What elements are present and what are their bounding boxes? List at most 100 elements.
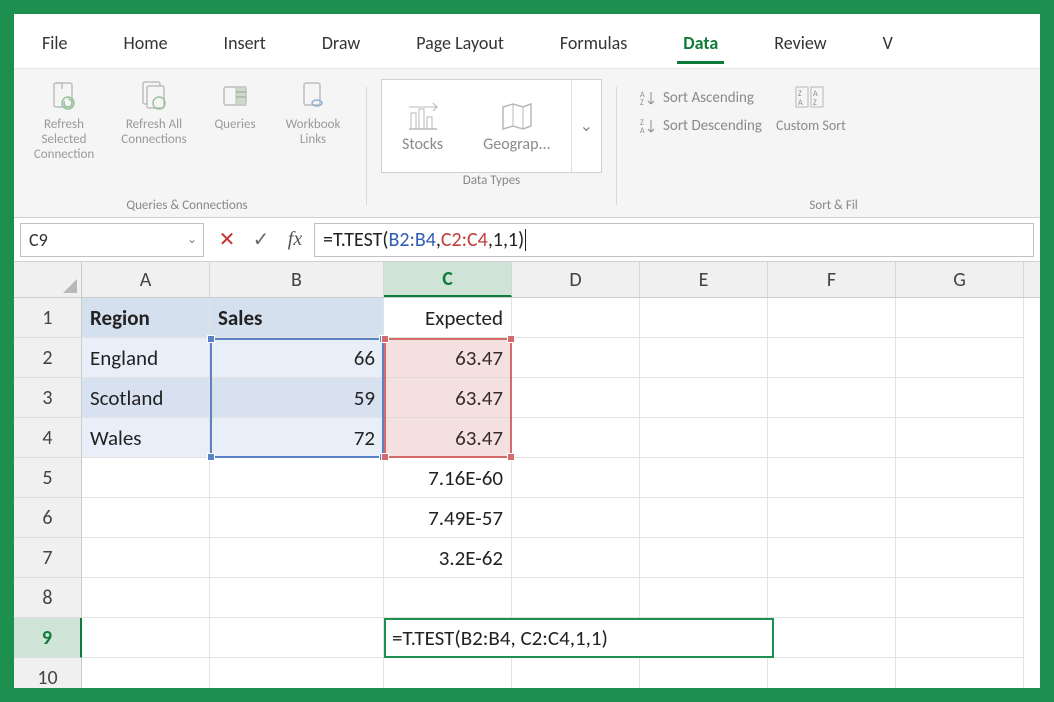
cell-A10[interactable] bbox=[82, 658, 210, 688]
cell-G1[interactable] bbox=[896, 298, 1024, 338]
datatype-stocks[interactable]: Stocks bbox=[382, 80, 463, 172]
cell-C4[interactable]: 63.47 bbox=[384, 418, 512, 458]
cell-B9[interactable] bbox=[210, 618, 384, 658]
cell-B5[interactable] bbox=[210, 458, 384, 498]
cell-D8[interactable] bbox=[512, 578, 640, 618]
tab-view-partial[interactable]: V bbox=[855, 24, 921, 62]
cell-D3[interactable] bbox=[512, 378, 640, 418]
row-header-5[interactable]: 5 bbox=[14, 458, 82, 498]
cell-E7[interactable] bbox=[640, 538, 768, 578]
cell-E6[interactable] bbox=[640, 498, 768, 538]
cell-C9[interactable] bbox=[384, 618, 512, 658]
cell-B1[interactable]: Sales bbox=[210, 298, 384, 338]
tab-home[interactable]: Home bbox=[96, 24, 196, 62]
cell-B7[interactable] bbox=[210, 538, 384, 578]
cell-B10[interactable] bbox=[210, 658, 384, 688]
refresh-selected-button[interactable]: Refresh Selected Connection bbox=[22, 75, 106, 198]
cell-D2[interactable] bbox=[512, 338, 640, 378]
cell-F3[interactable] bbox=[768, 378, 896, 418]
cell-C5[interactable]: 7.16E-60 bbox=[384, 458, 512, 498]
cell-G4[interactable] bbox=[896, 418, 1024, 458]
name-box[interactable]: C9 ⌄ bbox=[20, 223, 204, 257]
cell-C7[interactable]: 3.2E-62 bbox=[384, 538, 512, 578]
sort-ascending-button[interactable]: A Z Sort Ascending bbox=[639, 89, 762, 107]
workbook-links-button[interactable]: Workbook Links bbox=[274, 75, 352, 198]
col-header-G[interactable]: G bbox=[896, 262, 1024, 297]
col-header-C[interactable]: C bbox=[384, 262, 512, 297]
cell-C1[interactable]: Expected bbox=[384, 298, 512, 338]
tab-formulas[interactable]: Formulas bbox=[532, 24, 655, 62]
cell-D7[interactable] bbox=[512, 538, 640, 578]
cell-E3[interactable] bbox=[640, 378, 768, 418]
cell-F4[interactable] bbox=[768, 418, 896, 458]
row-header-9[interactable]: 9 bbox=[14, 618, 82, 658]
tab-file[interactable]: File bbox=[14, 24, 96, 62]
col-header-A[interactable]: A bbox=[82, 262, 210, 297]
cell-G8[interactable] bbox=[896, 578, 1024, 618]
cell-B3[interactable]: 59 bbox=[210, 378, 384, 418]
tab-insert[interactable]: Insert bbox=[196, 24, 294, 62]
row-header-3[interactable]: 3 bbox=[14, 378, 82, 418]
cell-C10[interactable] bbox=[384, 658, 512, 688]
tab-data[interactable]: Data bbox=[655, 24, 746, 62]
cell-F8[interactable] bbox=[768, 578, 896, 618]
cell-A7[interactable] bbox=[82, 538, 210, 578]
cell-G2[interactable] bbox=[896, 338, 1024, 378]
cell-B8[interactable] bbox=[210, 578, 384, 618]
cell-E10[interactable] bbox=[640, 658, 768, 688]
cell-D6[interactable] bbox=[512, 498, 640, 538]
spreadsheet-grid[interactable]: A B C D E F G 1 Region Sales Expected 2 bbox=[14, 262, 1040, 688]
col-header-B[interactable]: B bbox=[210, 262, 384, 297]
cell-E9[interactable] bbox=[640, 618, 768, 658]
cell-F7[interactable] bbox=[768, 538, 896, 578]
tab-review[interactable]: Review bbox=[746, 24, 854, 62]
cell-A3[interactable]: Scotland bbox=[82, 378, 210, 418]
tab-page-layout[interactable]: Page Layout bbox=[388, 24, 532, 62]
cell-F10[interactable] bbox=[768, 658, 896, 688]
cell-F1[interactable] bbox=[768, 298, 896, 338]
formula-enter-button[interactable]: ✓ bbox=[244, 223, 278, 257]
cell-F9[interactable] bbox=[768, 618, 896, 658]
formula-input[interactable]: =T.TEST(B2:B4, C2:C4,1,1) bbox=[314, 223, 1034, 257]
col-header-D[interactable]: D bbox=[512, 262, 640, 297]
insert-function-button[interactable]: fx bbox=[278, 223, 312, 257]
cell-D1[interactable] bbox=[512, 298, 640, 338]
cell-A9[interactable] bbox=[82, 618, 210, 658]
cell-E2[interactable] bbox=[640, 338, 768, 378]
cell-A8[interactable] bbox=[82, 578, 210, 618]
cell-A2[interactable]: England bbox=[82, 338, 210, 378]
col-header-E[interactable]: E bbox=[640, 262, 768, 297]
sort-descending-button[interactable]: Z A Sort Descending bbox=[639, 117, 762, 135]
cell-G3[interactable] bbox=[896, 378, 1024, 418]
row-header-1[interactable]: 1 bbox=[14, 298, 82, 338]
cell-E5[interactable] bbox=[640, 458, 768, 498]
cell-D5[interactable] bbox=[512, 458, 640, 498]
cell-G10[interactable] bbox=[896, 658, 1024, 688]
row-header-2[interactable]: 2 bbox=[14, 338, 82, 378]
refresh-all-button[interactable]: Refresh All Connections bbox=[112, 75, 196, 198]
select-all-corner[interactable] bbox=[14, 262, 82, 297]
cell-A4[interactable]: Wales bbox=[82, 418, 210, 458]
cell-G7[interactable] bbox=[896, 538, 1024, 578]
cell-A6[interactable] bbox=[82, 498, 210, 538]
formula-cancel-button[interactable]: ✕ bbox=[210, 223, 244, 257]
cell-D4[interactable] bbox=[512, 418, 640, 458]
row-header-6[interactable]: 6 bbox=[14, 498, 82, 538]
queries-button[interactable]: Queries bbox=[202, 75, 268, 198]
cell-D9[interactable] bbox=[512, 618, 640, 658]
datatype-geography[interactable]: Geograp... bbox=[463, 80, 570, 172]
cell-D10[interactable] bbox=[512, 658, 640, 688]
cell-E4[interactable] bbox=[640, 418, 768, 458]
cell-G9[interactable] bbox=[896, 618, 1024, 658]
cell-F2[interactable] bbox=[768, 338, 896, 378]
cell-B4[interactable]: 72 bbox=[210, 418, 384, 458]
col-header-F[interactable]: F bbox=[768, 262, 896, 297]
cell-G6[interactable] bbox=[896, 498, 1024, 538]
cell-B2[interactable]: 66 bbox=[210, 338, 384, 378]
tab-draw[interactable]: Draw bbox=[294, 24, 388, 62]
cell-F5[interactable] bbox=[768, 458, 896, 498]
cell-A1[interactable]: Region bbox=[82, 298, 210, 338]
row-header-8[interactable]: 8 bbox=[14, 578, 82, 618]
cell-G5[interactable] bbox=[896, 458, 1024, 498]
custom-sort-button[interactable]: Z A A Z Custom Sort bbox=[772, 79, 850, 138]
